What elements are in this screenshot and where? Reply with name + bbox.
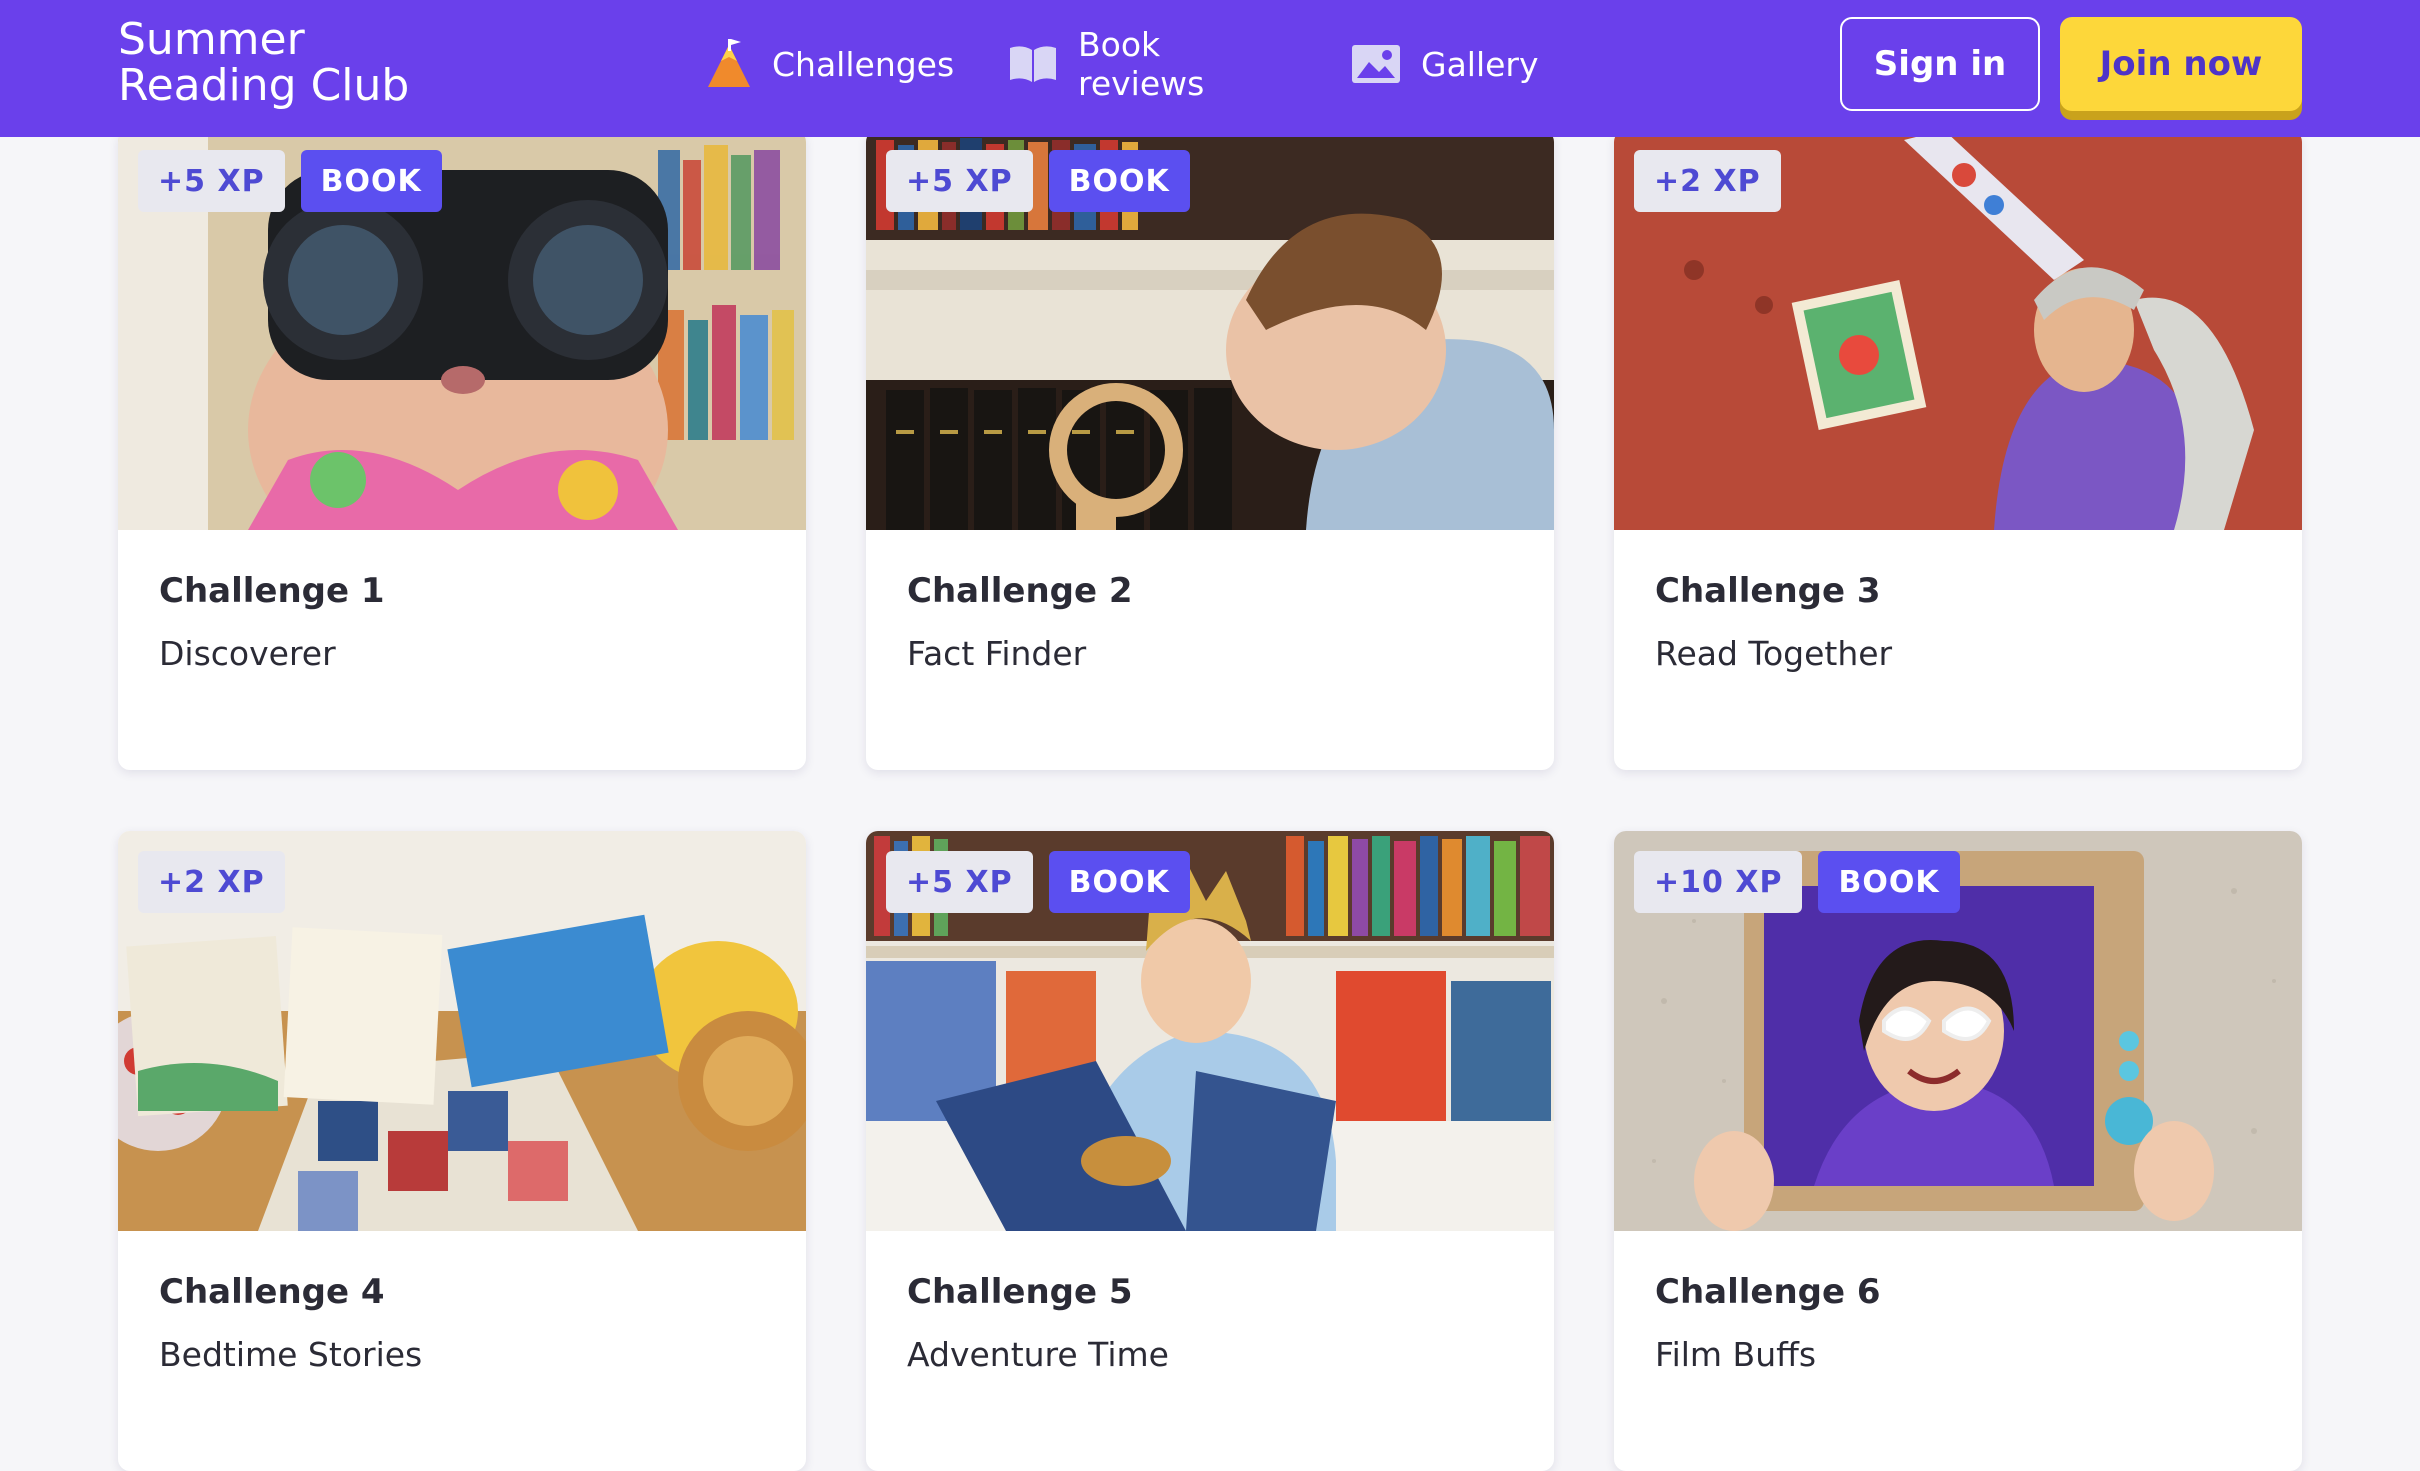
- book-badge: BOOK: [1048, 150, 1190, 212]
- nav-item-challenges[interactable]: Challenges: [706, 38, 954, 90]
- nav-item-gallery[interactable]: Gallery: [1351, 38, 1539, 90]
- challenge-card-4[interactable]: +2 XP Challenge 4 Bedtime Stories: [118, 831, 806, 1471]
- challenge-card-2[interactable]: +5 XP BOOK Challenge 2 Fact Finder: [866, 130, 1554, 770]
- site-header: Summer Reading Club Challenges Book revi…: [0, 0, 2420, 137]
- badge-group: +5 XP BOOK: [886, 150, 1190, 212]
- challenge-name: Fact Finder: [907, 634, 1087, 673]
- challenge-card-1[interactable]: +5 XP BOOK Challenge 1 Discoverer: [118, 130, 806, 770]
- challenge-title: Challenge 6: [1655, 1272, 1881, 1312]
- challenge-name: Discoverer: [159, 634, 336, 673]
- challenge-title: Challenge 3: [1655, 571, 1881, 611]
- xp-badge: +2 XP: [138, 851, 285, 913]
- challenge-title: Challenge 4: [159, 1272, 385, 1312]
- xp-badge: +5 XP: [886, 851, 1033, 913]
- book-badge: BOOK: [1048, 851, 1190, 913]
- challenge-card-6[interactable]: +10 XP BOOK Challenge 6 Film Buffs: [1614, 831, 2302, 1471]
- challenge-name: Adventure Time: [907, 1335, 1169, 1374]
- challenge-card-5[interactable]: +5 XP BOOK Challenge 5 Adventure Time: [866, 831, 1554, 1471]
- nav-label: Challenges: [772, 44, 955, 84]
- join-now-button[interactable]: Join now: [2060, 17, 2302, 111]
- mountain-icon: [706, 39, 752, 89]
- logo-line-2: Reading Club: [118, 60, 410, 111]
- book-badge: BOOK: [300, 150, 442, 212]
- challenge-title: Challenge 1: [159, 571, 385, 611]
- xp-badge: +2 XP: [1634, 150, 1781, 212]
- badge-group: +2 XP: [138, 851, 285, 913]
- xp-badge: +5 XP: [138, 150, 285, 212]
- nav-label: Gallery: [1421, 44, 1539, 84]
- image-icon: [1351, 44, 1401, 84]
- badge-group: +10 XP BOOK: [1634, 851, 1960, 913]
- nav-item-book-reviews[interactable]: Book reviews: [1008, 25, 1204, 103]
- challenge-name: Read Together: [1655, 634, 1893, 673]
- site-logo[interactable]: Summer Reading Club: [118, 17, 518, 109]
- book-badge: BOOK: [1818, 851, 1960, 913]
- sign-in-button[interactable]: Sign in: [1840, 17, 2040, 111]
- badge-group: +5 XP BOOK: [138, 150, 442, 212]
- xp-badge: +10 XP: [1634, 851, 1803, 913]
- challenge-name: Film Buffs: [1655, 1335, 1817, 1374]
- challenge-name: Bedtime Stories: [159, 1335, 423, 1374]
- badge-group: +5 XP BOOK: [886, 851, 1190, 913]
- challenge-grid: +5 XP BOOK Challenge 1 Discoverer +5 XP …: [0, 0, 2420, 1471]
- logo-line-1: Summer: [118, 14, 305, 65]
- challenge-title: Challenge 5: [907, 1272, 1133, 1312]
- xp-badge: +5 XP: [886, 150, 1033, 212]
- nav-label: Book reviews: [1078, 25, 1205, 103]
- open-book-icon: [1008, 44, 1058, 84]
- challenge-title: Challenge 2: [907, 571, 1133, 611]
- challenge-card-3[interactable]: +2 XP Challenge 3 Read Together: [1614, 130, 2302, 770]
- badge-group: +2 XP: [1634, 150, 1781, 212]
